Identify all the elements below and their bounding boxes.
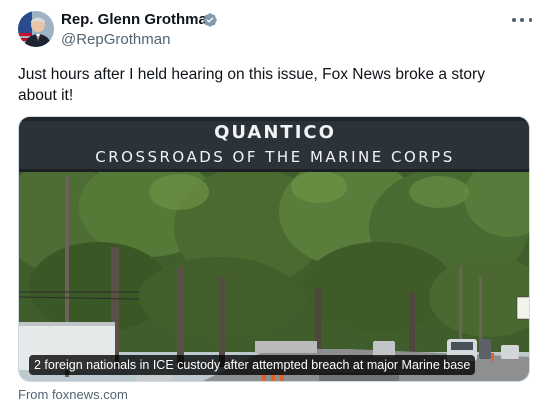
- author-handle[interactable]: @RepGrothman: [61, 30, 170, 50]
- sign-title: QUANTICO: [214, 122, 336, 143]
- sign-subtitle: CROSSROADS OF THE MARINE CORPS: [95, 148, 455, 166]
- more-options-icon[interactable]: [512, 14, 532, 26]
- post-text: Just hours after I held hearing on this …: [18, 66, 485, 104]
- link-card-headline[interactable]: 2 foreign nationals in ICE custody after…: [29, 355, 476, 375]
- tweet-card: Rep. Glenn Grothman @RepGrothman Just ho…: [0, 0, 550, 415]
- avatar[interactable]: [18, 11, 54, 47]
- link-source[interactable]: From foxnews.com: [18, 387, 128, 403]
- verified-badge-icon: [203, 13, 217, 27]
- author-name[interactable]: Rep. Glenn Grothman: [61, 10, 216, 30]
- link-card-image[interactable]: QUANTICO CROSSROADS OF THE MARINE CORPS …: [18, 116, 530, 382]
